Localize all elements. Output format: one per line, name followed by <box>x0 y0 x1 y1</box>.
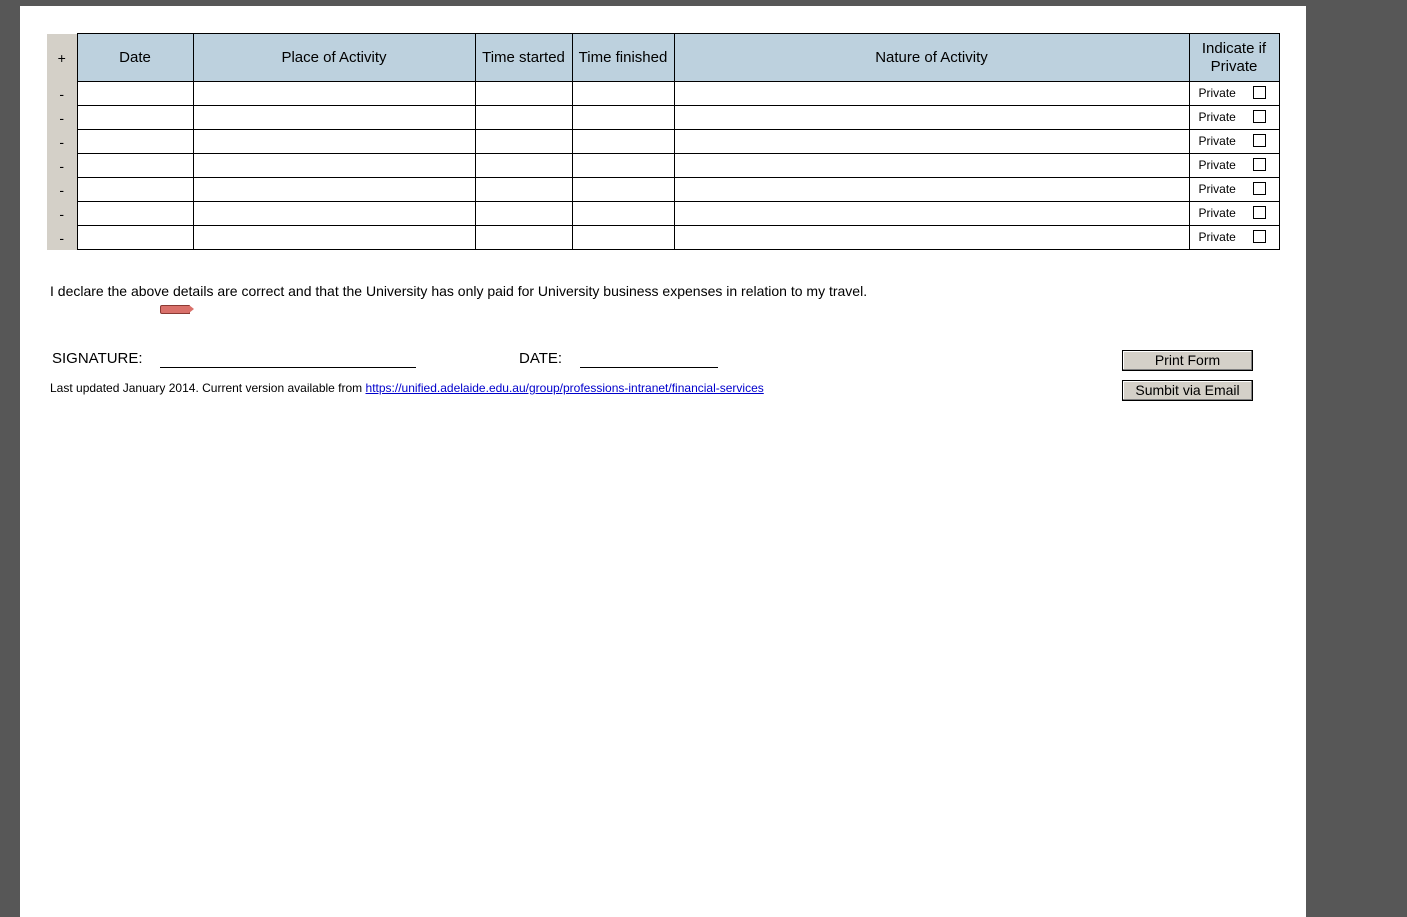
date-cell[interactable] <box>76 105 194 130</box>
remove-row-button[interactable]: - <box>47 81 78 106</box>
time-finished-cell[interactable] <box>571 201 675 226</box>
financial-services-link[interactable]: https://unified.adelaide.edu.au/group/pr… <box>366 381 764 395</box>
column-header-time-finished: Time finished <box>571 33 675 82</box>
time-started-cell[interactable] <box>474 225 573 250</box>
remove-row-button[interactable]: - <box>47 201 78 226</box>
document-page: + Date Place of Activity Time started Ti… <box>20 6 1306 917</box>
nature-cell[interactable] <box>673 153 1190 178</box>
place-cell[interactable] <box>192 201 476 226</box>
private-label: Private <box>1198 158 1236 172</box>
table-row: - Private <box>47 105 1280 130</box>
activity-table: + Date Place of Activity Time started Ti… <box>47 33 1280 250</box>
submit-via-email-button[interactable]: Sumbit via Email <box>1122 380 1253 401</box>
date-cell[interactable] <box>76 225 194 250</box>
time-started-cell[interactable] <box>474 153 573 178</box>
private-checkbox[interactable] <box>1252 86 1266 99</box>
private-label: Private <box>1198 182 1236 196</box>
table-row: - Private <box>47 81 1280 106</box>
private-cell: Private <box>1188 153 1280 178</box>
place-cell[interactable] <box>192 105 476 130</box>
nature-cell[interactable] <box>673 129 1190 154</box>
column-header-time-started: Time started <box>474 33 573 82</box>
private-label: Private <box>1198 110 1236 124</box>
date-cell[interactable] <box>76 201 194 226</box>
table-row: - Private <box>47 201 1280 226</box>
time-finished-cell[interactable] <box>571 225 675 250</box>
private-checkbox[interactable] <box>1252 206 1266 219</box>
table-row: - Private <box>47 225 1280 250</box>
date-cell[interactable] <box>76 153 194 178</box>
nature-cell[interactable] <box>673 201 1190 226</box>
time-finished-cell[interactable] <box>571 105 675 130</box>
date-cell[interactable] <box>76 129 194 154</box>
signature-field[interactable] <box>160 367 416 368</box>
private-label: Private <box>1198 86 1236 100</box>
time-finished-cell[interactable] <box>571 81 675 106</box>
print-form-button[interactable]: Print Form <box>1122 350 1253 371</box>
column-header-place: Place of Activity <box>192 33 476 82</box>
private-checkbox[interactable] <box>1252 158 1266 171</box>
table-row: - Private <box>47 153 1280 178</box>
time-started-cell[interactable] <box>474 201 573 226</box>
date-cell[interactable] <box>76 81 194 106</box>
place-cell[interactable] <box>192 177 476 202</box>
private-label: Private <box>1198 206 1236 220</box>
arrow-marker-icon <box>160 305 194 314</box>
private-checkbox[interactable] <box>1252 182 1266 195</box>
nature-cell[interactable] <box>673 81 1190 106</box>
nature-cell[interactable] <box>673 105 1190 130</box>
time-finished-cell[interactable] <box>571 129 675 154</box>
table-header-row: + Date Place of Activity Time started Ti… <box>47 33 1280 82</box>
private-checkbox[interactable] <box>1252 230 1266 243</box>
remove-row-button[interactable]: - <box>47 153 78 178</box>
time-finished-cell[interactable] <box>571 153 675 178</box>
private-cell: Private <box>1188 105 1280 130</box>
private-cell: Private <box>1188 201 1280 226</box>
footer-note-text: Last updated January 2014. Current versi… <box>50 381 366 395</box>
private-checkbox[interactable] <box>1252 110 1266 123</box>
place-cell[interactable] <box>192 153 476 178</box>
time-started-cell[interactable] <box>474 177 573 202</box>
column-header-nature: Nature of Activity <box>673 33 1190 82</box>
time-finished-cell[interactable] <box>571 177 675 202</box>
time-started-cell[interactable] <box>474 129 573 154</box>
remove-row-button[interactable]: - <box>47 225 78 250</box>
date-label: DATE: <box>519 350 563 367</box>
date-field[interactable] <box>580 367 718 368</box>
time-started-cell[interactable] <box>474 105 573 130</box>
remove-row-button[interactable]: - <box>47 177 78 202</box>
add-row-button[interactable]: + <box>47 33 78 82</box>
column-header-private: Indicate if Private <box>1188 33 1280 82</box>
footer-note: Last updated January 2014. Current versi… <box>50 381 764 395</box>
private-cell: Private <box>1188 225 1280 250</box>
place-cell[interactable] <box>192 225 476 250</box>
date-cell[interactable] <box>76 177 194 202</box>
table-row: - Private <box>47 177 1280 202</box>
remove-row-button[interactable]: - <box>47 105 78 130</box>
private-label: Private <box>1198 230 1236 244</box>
declaration-text: I declare the above details are correct … <box>50 283 868 299</box>
private-label: Private <box>1198 134 1236 148</box>
place-cell[interactable] <box>192 81 476 106</box>
table-body: - Private - Private - Private - Private - Private… <box>47 81 1280 250</box>
private-cell: Private <box>1188 129 1280 154</box>
private-cell: Private <box>1188 81 1280 106</box>
time-started-cell[interactable] <box>474 81 573 106</box>
private-cell: Private <box>1188 177 1280 202</box>
signature-label: SIGNATURE: <box>52 350 143 367</box>
nature-cell[interactable] <box>673 225 1190 250</box>
nature-cell[interactable] <box>673 177 1190 202</box>
column-header-date: Date <box>76 33 194 82</box>
table-row: - Private <box>47 129 1280 154</box>
remove-row-button[interactable]: - <box>47 129 78 154</box>
private-checkbox[interactable] <box>1252 134 1266 147</box>
place-cell[interactable] <box>192 129 476 154</box>
